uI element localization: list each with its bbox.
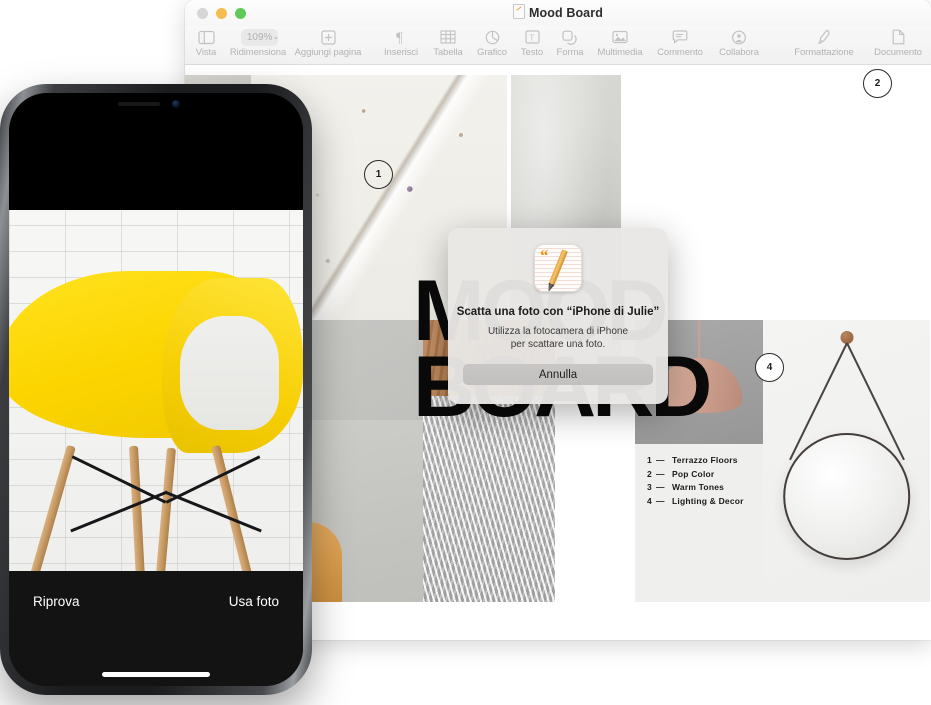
legend-number: 2 <box>647 468 652 479</box>
toolbar-label-testo: Testo <box>520 47 544 58</box>
media-icon <box>588 28 652 46</box>
comment-icon <box>650 28 710 46</box>
front-camera-icon <box>172 100 180 108</box>
toolbar-label-commento: Commento <box>657 47 703 58</box>
earpiece-speaker-icon <box>118 102 160 106</box>
sidebar-icon <box>190 28 222 46</box>
chart-icon <box>470 28 514 46</box>
toolbar-label-inserisci: Inserisci <box>384 47 418 58</box>
legend-number: 3 <box>647 482 652 492</box>
photo-preview[interactable] <box>9 210 303 590</box>
toolbar-label-tabella: Tabella <box>433 47 463 58</box>
pages-app-icon: “ <box>534 244 582 292</box>
chevron-down-icon[interactable]: ⌄ <box>272 28 279 46</box>
format-brush-icon <box>782 28 866 46</box>
toolbar-label-grafico: Grafico <box>477 47 507 58</box>
shape-icon <box>550 28 590 46</box>
chair-arm-gap-shape <box>179 316 280 431</box>
window-titlebar: Mood Board <box>185 0 931 26</box>
legend-dash: — <box>656 495 665 506</box>
legend-row: 3 — Warm Tones <box>647 481 763 495</box>
iphone-device: Riprova Usa foto <box>0 84 312 695</box>
legend-dash: — <box>656 455 665 465</box>
toolbar-item-inserisci[interactable]: ¶ Inserisci <box>378 28 424 58</box>
toolbar-label-aggiungi-pagina: Aggiungi pagina <box>294 47 362 58</box>
home-indicator[interactable] <box>102 672 210 677</box>
screenshot-root: Mood Board Vista 109% ⌄ Ridimensiona Agg… <box>0 0 931 705</box>
quote-glyph: “ <box>540 246 549 265</box>
toolbar-item-grafico[interactable]: Grafico <box>470 28 514 58</box>
dialog-title: Scatta una foto con “iPhone di Julie” <box>456 306 660 318</box>
pages-document-icon <box>513 4 526 19</box>
toolbar-item-forma[interactable]: Forma <box>550 28 590 58</box>
legend-tile[interactable]: 1 — Terrazzo Floors 2 — Pop Color 3 — Warm Tones… <box>635 444 763 602</box>
use-photo-button[interactable]: Usa foto <box>229 594 279 609</box>
add-page-icon <box>287 28 369 46</box>
legend-row: 2 — Pop Color <box>647 468 763 482</box>
dialog-body-line-2: per scattare una foto. <box>510 339 606 350</box>
window-title-text: Mood Board <box>529 6 603 20</box>
legend-number: 4 <box>647 495 652 506</box>
toolbar-label-collabora: Collabora <box>719 47 759 58</box>
window-title: Mood Board <box>185 4 931 20</box>
toolbar-item-collabora[interactable]: Collabora <box>710 28 768 58</box>
iphone-notch <box>80 93 232 116</box>
toolbar-label-forma: Forma <box>556 47 584 58</box>
toolbar-label-ridimensiona: Ridimensiona <box>229 47 287 58</box>
chair-leg-3 <box>154 447 176 588</box>
toolbar-item-tabella[interactable]: Tabella <box>426 28 470 58</box>
chair-wire-4 <box>164 490 262 533</box>
toolbar-label-multimedia: Multimedia <box>597 47 643 58</box>
dialog-body-line-1: Utilizza la fotocamera di iPhone <box>487 326 629 337</box>
camera-action-bar: Riprova Usa foto <box>9 571 303 686</box>
legend-dash: — <box>656 482 665 492</box>
toolbar-item-aggiungi-pagina[interactable]: Aggiungi pagina <box>287 28 369 58</box>
legend-label: Warm Tones <box>672 482 725 492</box>
zoom-percent-icon[interactable]: 109% ⌄ <box>224 28 292 46</box>
continuity-camera-dialog: “ Scatta una foto con “iPhone di Julie” … <box>448 228 668 404</box>
callout-badge-1[interactable]: 1 <box>364 160 393 189</box>
toolbar-item-testo[interactable]: T Testo <box>512 28 552 58</box>
svg-text:T: T <box>529 33 534 42</box>
mirror-glass <box>782 432 911 561</box>
hanging-mirror-tile[interactable] <box>763 320 930 602</box>
iphone-screen[interactable]: Riprova Usa foto <box>9 93 303 686</box>
chair-wire-2 <box>70 490 168 533</box>
dialog-body: Utilizza la fotocamera di iPhone per sca… <box>448 325 668 351</box>
app-toolbar: Vista 109% ⌄ Ridimensiona Aggiungi pagina… <box>185 26 931 65</box>
document-icon <box>866 28 930 46</box>
legend-number: 1 <box>647 455 652 465</box>
legend-row: 1 — Terrazzo Floors <box>647 454 763 468</box>
legend-label: Lighting & Decor <box>672 495 744 506</box>
callout-badge-2[interactable]: 2 <box>863 69 892 98</box>
toolbar-item-ridimensiona[interactable]: 109% ⌄ Ridimensiona <box>224 28 292 58</box>
table-icon <box>426 28 470 46</box>
collaborate-icon <box>710 28 768 46</box>
toolbar-item-documento[interactable]: Documento <box>866 28 930 58</box>
toolbar-item-vista[interactable]: Vista <box>190 28 222 58</box>
paragraph-icon: ¶ <box>378 28 424 46</box>
legend-dash: — <box>656 468 665 479</box>
toolbar-item-formattazione[interactable]: Formattazione <box>782 28 866 58</box>
toolbar-label-vista: Vista <box>195 47 217 58</box>
cancel-button[interactable]: Annulla <box>463 364 653 385</box>
chair-leg-2 <box>129 445 146 587</box>
legend-row: 4 — Lighting & Decor <box>647 495 763 509</box>
legend-label: Terrazzo Floors <box>672 455 738 465</box>
toolbar-item-commento[interactable]: Commento <box>650 28 710 58</box>
legend-label: Pop Color <box>672 468 715 479</box>
toolbar-label-documento: Documento <box>874 47 922 58</box>
callout-badge-4[interactable]: 4 <box>755 353 784 382</box>
svg-text:¶: ¶ <box>396 30 403 45</box>
toolbar-item-multimedia[interactable]: Multimedia <box>588 28 652 58</box>
text-box-icon: T <box>512 28 552 46</box>
chair-leg-1 <box>28 444 76 582</box>
retake-button[interactable]: Riprova <box>33 594 80 609</box>
toolbar-label-formattazione: Formattazione <box>794 47 854 58</box>
pen-glyph <box>548 249 568 287</box>
